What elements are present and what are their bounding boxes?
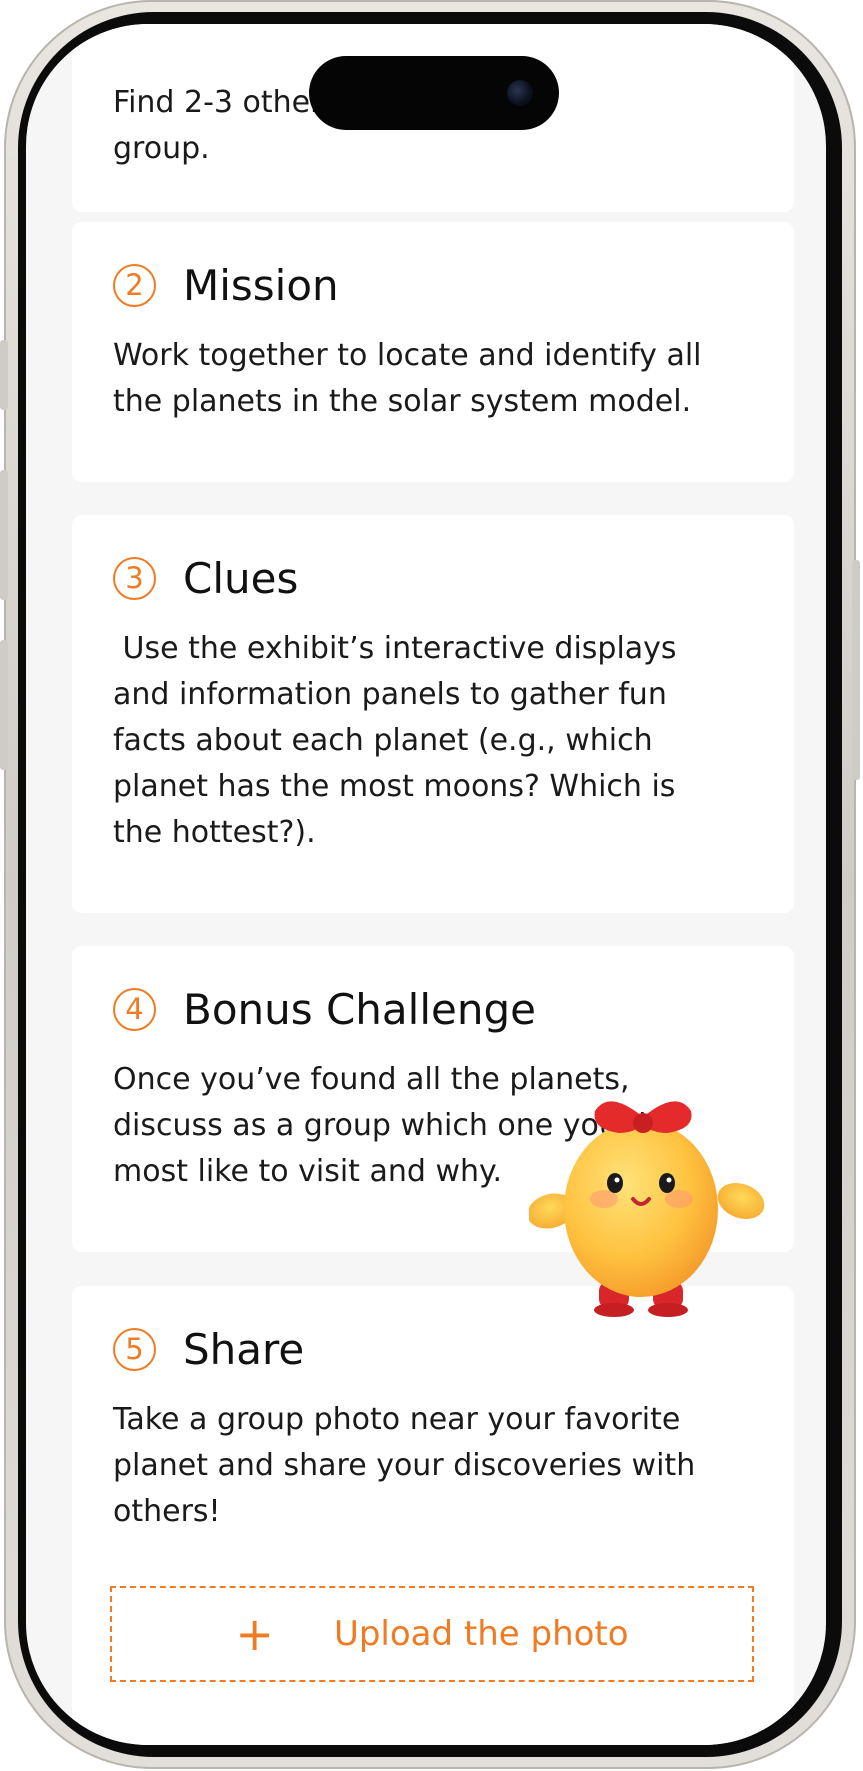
step-header: 3 Clues [113,554,298,603]
power-button [852,560,860,780]
step-number-badge: 5 [113,1328,156,1371]
step-title: Share [183,1325,305,1374]
step-body: Use the exhibit’s interactive displays a… [113,631,677,850]
step-header: 4 Bonus Challenge [113,985,536,1034]
chick-mascot-icon [529,1101,765,1317]
dynamic-island [309,56,559,130]
volume-up-button [0,470,8,600]
step-title: Clues [183,554,299,603]
step-header: 5 Share [113,1325,304,1374]
step-number-badge: 4 [113,988,156,1031]
step-title: Mission [183,261,339,310]
step-number-badge: 2 [113,264,156,307]
plus-icon: + [235,1607,274,1661]
action-button [0,340,8,410]
step-title: Bonus Challenge [183,985,536,1034]
upload-photo-button[interactable]: + Upload the photo [110,1586,754,1682]
volume-down-button [0,640,8,770]
screen: Find 2-3 others to join in your group. 2… [26,24,826,1745]
step-header: 2 Mission [113,261,339,310]
camera-icon [507,80,533,106]
step-body: Take a group photo near your favorite pl… [113,1402,696,1529]
step-card-clues: 3 Clues Use the exhibit’s interactive di… [72,515,794,913]
step-card-mission: 2 Mission Work together to locate and id… [72,222,794,482]
upload-photo-label: Upload the photo [333,1614,629,1654]
step-body: Work together to locate and identify all… [113,338,702,419]
step-number-badge: 3 [113,557,156,600]
